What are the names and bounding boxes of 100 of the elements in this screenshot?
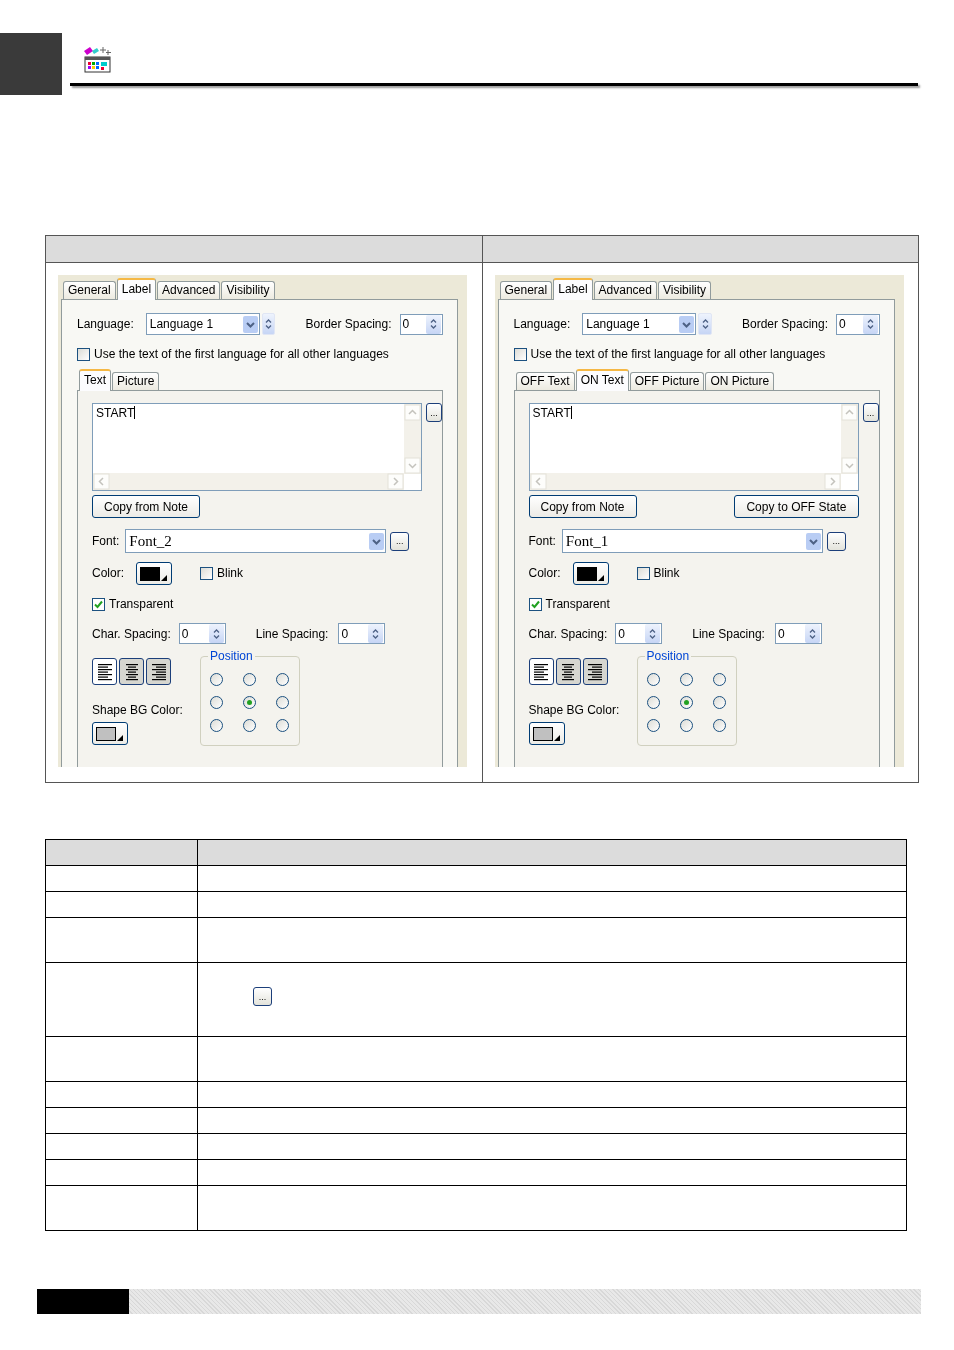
field-label: Border Spacing: [742,317,829,331]
radio-button[interactable] [210,719,223,732]
tab[interactable]: General [63,281,116,299]
group-label: Position [644,649,692,663]
spinner-button[interactable] [208,624,224,643]
checkbox[interactable] [77,347,90,361]
text-align-icon [95,661,114,682]
radio-button[interactable] [276,719,289,732]
align-right-button[interactable] [146,658,171,685]
radio-button[interactable] [679,696,693,709]
spinner-button[interactable] [645,624,661,643]
font-dropdown[interactable]: Font_2 [125,529,387,553]
palette-icon [82,45,112,73]
spinner-button[interactable] [698,313,712,335]
radio-button[interactable] [210,673,223,686]
checkbox-label: Blink [217,566,244,580]
ellipsis-button[interactable]: ... [390,531,410,551]
radio-button[interactable] [276,696,289,709]
field-label: Line Spacing: [692,626,765,641]
vertical-scrollbar [840,404,858,474]
radio-button[interactable] [646,696,660,709]
text-area[interactable]: START [92,403,422,491]
radio-button[interactable] [210,696,223,709]
text-align-icon [532,661,550,682]
field-label: Char. Spacing: [528,626,608,641]
up-down-arrows-icon [372,627,380,640]
tab[interactable]: Advanced [157,281,221,299]
checkmark-icon [530,599,540,609]
dropdown-triangle-icon [553,735,560,741]
tab[interactable]: OFF Picture [629,372,705,390]
spinner-button[interactable] [426,314,441,334]
copy-button[interactable]: Copy to OFF State [734,495,859,518]
ellipsis-button[interactable]: ... [862,403,879,422]
field-label: Font: [528,534,556,548]
language-dropdown[interactable]: Language 1 [145,313,260,335]
tab[interactable]: Picture [112,372,160,390]
radio-button[interactable] [646,719,660,732]
spinner-button[interactable] [862,314,878,334]
tab[interactable]: ON Picture [705,372,775,390]
align-right-button[interactable] [582,658,608,685]
radio-button[interactable] [712,719,726,732]
tab[interactable]: Label [116,278,157,300]
field-label: Shape BG Color: [528,703,621,717]
align-center-button[interactable] [119,658,144,685]
checkbox-label: Blink [653,566,680,580]
vertical-scrollbar [404,404,421,474]
ellipsis-button[interactable]: ... [426,403,442,422]
checkbox[interactable] [636,566,650,580]
dropdown-triangle-icon [597,574,604,581]
radio-button[interactable] [276,673,289,686]
field-label: Color: [92,566,124,580]
color-picker-button[interactable] [92,722,128,745]
checkbox[interactable] [200,566,213,580]
field-label: Line Spacing: [255,626,329,641]
tab[interactable]: Text [79,369,111,391]
checkbox[interactable] [92,597,105,611]
field-label: Shape BG Color: [92,703,184,717]
tab[interactable]: Visibility [221,281,275,299]
copy-button[interactable]: Copy from Note [92,495,201,518]
checkbox[interactable] [513,347,527,361]
checkmark-icon [94,599,103,609]
field-label: Char. Spacing: [92,626,171,641]
radio-button[interactable] [679,719,693,732]
checkbox-label: Use the text of the first language for all other languages [94,347,389,361]
spinner-button[interactable] [804,624,820,643]
color-picker-button[interactable] [136,561,172,585]
align-center-button[interactable] [555,658,581,685]
text-area[interactable]: START [528,403,859,491]
spinner-button[interactable] [368,624,384,643]
radio-button[interactable] [646,673,660,686]
field-label: Border Spacing: [305,317,392,331]
font-dropdown[interactable]: Font_1 [561,529,823,553]
tab[interactable]: Label [553,278,593,300]
field-label: Language: [77,317,134,331]
color-picker-button[interactable] [572,561,609,585]
tab[interactable]: Visibility [657,281,712,299]
radio-button[interactable] [243,696,256,709]
copy-button[interactable]: Copy from Note [528,495,637,518]
tab[interactable]: ON Text [575,369,629,391]
up-down-arrows-icon [212,627,220,640]
radio-button[interactable] [712,696,726,709]
color-picker-button[interactable] [528,722,565,745]
tab[interactable]: Advanced [593,281,657,299]
radio-button[interactable] [679,673,693,686]
field-label: Color: [528,566,561,580]
align-left-button[interactable] [528,658,554,685]
up-down-arrows-icon [866,318,874,330]
radio-button[interactable] [712,673,726,686]
language-dropdown[interactable]: Language 1 [582,313,696,335]
tab[interactable]: General [499,281,553,299]
tab[interactable]: OFF Text [515,372,575,390]
radio-button[interactable] [243,673,256,686]
radio-button[interactable] [243,719,256,732]
text-align-icon [559,661,577,682]
ellipsis-button[interactable]: ... [826,531,846,551]
align-left-button[interactable] [92,658,117,685]
ellipsis-button[interactable]: ... [253,987,272,1006]
spinner-button[interactable] [261,313,276,335]
checkbox[interactable] [528,597,542,611]
dropdown-triangle-icon [117,735,123,741]
